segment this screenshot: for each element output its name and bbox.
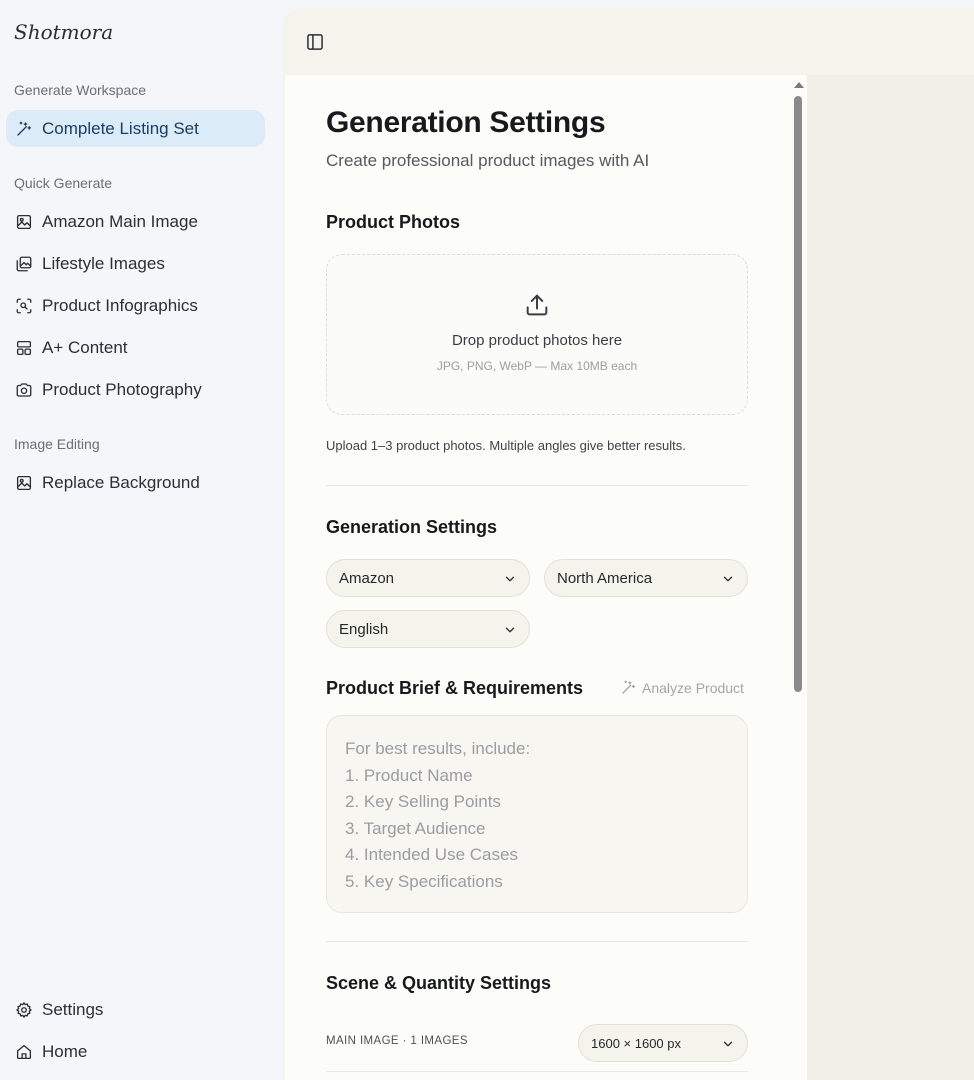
- chevron-down-icon: [723, 1041, 733, 1047]
- page-title: Generation Settings: [326, 106, 606, 139]
- divider: [326, 485, 748, 486]
- scroll-up-arrow-icon[interactable]: [794, 82, 804, 88]
- sidebar-item-infographics[interactable]: Product Infographics: [6, 287, 265, 324]
- sidebar-item-label: Lifestyle Images: [42, 253, 165, 273]
- scan-search-icon: [14, 296, 34, 316]
- sidebar-item-lifestyle[interactable]: Lifestyle Images: [6, 245, 265, 282]
- placeholder-line: 2. Key Selling Points: [345, 792, 501, 811]
- image-icon: [14, 473, 34, 493]
- preview-pane: [807, 75, 974, 1080]
- product-photos-heading: Product Photos: [326, 212, 460, 232]
- main-image-label: MAIN IMAGE · 1 IMAGES: [326, 1035, 468, 1047]
- sidebar-item-replace-background[interactable]: Replace Background: [6, 464, 265, 501]
- placeholder-line: 5. Key Specifications: [345, 871, 503, 891]
- sidebar-item-label: Amazon Main Image: [42, 211, 198, 231]
- region-select[interactable]: North America: [544, 559, 748, 597]
- divider: [326, 1071, 748, 1072]
- sidebar-item-label: Settings: [42, 999, 104, 1019]
- generation-settings-heading: Generation Settings: [326, 517, 498, 537]
- layout-icon: [14, 338, 34, 358]
- sidebar-item-label: A+ Content: [42, 337, 128, 357]
- section-title-quick: Quick Generate: [14, 175, 113, 191]
- product-brief-textarea[interactable]: For best results, include: 1. Product Na…: [326, 715, 748, 913]
- magic-wand-icon: [14, 119, 34, 139]
- section-title-generate: Generate Workspace: [14, 82, 147, 98]
- gear-icon: [14, 1000, 34, 1020]
- region-select-value: North America: [557, 569, 653, 587]
- upload-icon: [526, 294, 548, 316]
- language-select[interactable]: English: [326, 610, 530, 648]
- platform-select-value: Amazon: [339, 569, 395, 587]
- upload-hint: Upload 1–3 product photos. Multiple angl…: [326, 438, 686, 453]
- sidebar-toggle-button[interactable]: [303, 30, 327, 54]
- chevron-down-icon: [505, 576, 515, 582]
- images-icon: [14, 254, 34, 274]
- main-image-size-value: 1600 × 1600 px: [591, 1035, 681, 1051]
- dropzone-subtitle: JPG, PNG, WebP — Max 10MB each: [436, 359, 638, 373]
- page-subtitle: Create professional product images with …: [326, 151, 650, 170]
- main-image-size-select[interactable]: 1600 × 1600 px: [578, 1024, 748, 1062]
- sidebar-item-home[interactable]: Home: [6, 1033, 265, 1070]
- analyze-product-label: Analyze Product: [642, 679, 744, 696]
- sidebar-item-photography[interactable]: Product Photography: [6, 371, 265, 408]
- section-title-editing: Image Editing: [14, 436, 100, 452]
- image-icon: [14, 212, 34, 232]
- sidebar-item-label: Product Infographics: [42, 295, 198, 315]
- scrollbar[interactable]: [791, 78, 805, 1080]
- sidebar-item-aplus[interactable]: A+ Content: [6, 329, 265, 366]
- sidebar-item-label: Replace Background: [42, 472, 200, 492]
- panel-left-icon: [307, 34, 323, 50]
- scene-quantity-heading: Scene & Quantity Settings: [326, 973, 552, 993]
- platform-select[interactable]: Amazon: [326, 559, 530, 597]
- language-select-value: English: [339, 620, 389, 638]
- home-icon: [14, 1042, 34, 1062]
- product-brief-heading: Product Brief & Requirements: [326, 678, 584, 698]
- chevron-down-icon: [505, 627, 515, 633]
- dropzone-title: Drop product photos here: [451, 332, 623, 349]
- placeholder-line: 3. Target Audience: [345, 818, 486, 838]
- sidebar-item-label: Product Photography: [42, 379, 202, 399]
- brand-logo: Shotmora: [14, 20, 114, 44]
- divider: [326, 941, 748, 942]
- sidebar-item-settings[interactable]: Settings: [6, 991, 265, 1028]
- chevron-down-icon: [723, 576, 733, 582]
- camera-icon: [14, 380, 34, 400]
- photo-dropzone[interactable]: Drop product photos here JPG, PNG, WebP …: [326, 254, 748, 415]
- sidebar: Shotmora Generate Workspace Complete Lis…: [0, 0, 283, 1080]
- placeholder-line: For best results, include:: [345, 739, 531, 758]
- sidebar-item-complete-listing[interactable]: Complete Listing Set: [6, 110, 265, 147]
- sidebar-item-label: Complete Listing Set: [42, 118, 199, 138]
- placeholder-line: 1. Product Name: [345, 765, 473, 785]
- placeholder-line: 4. Intended Use Cases: [345, 845, 518, 864]
- analyze-product-button[interactable]: Analyze Product: [620, 679, 744, 696]
- magic-wand-icon: [622, 680, 636, 694]
- scroll-thumb[interactable]: [794, 96, 802, 692]
- sidebar-item-label: Home: [42, 1041, 88, 1061]
- sidebar-item-amazon-main[interactable]: Amazon Main Image: [6, 203, 265, 240]
